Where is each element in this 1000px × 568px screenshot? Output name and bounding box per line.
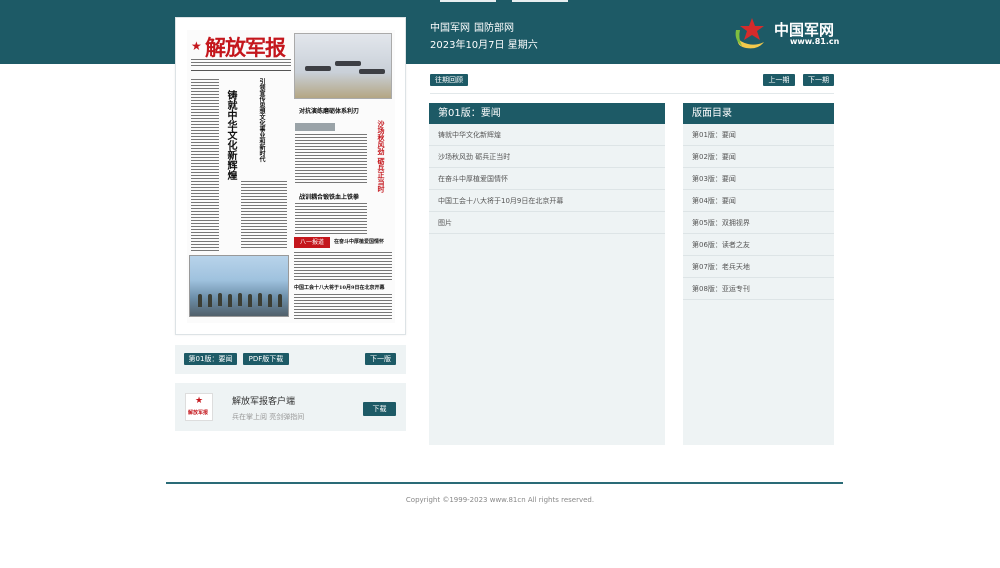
newspaper-masthead: 解放军报 bbox=[205, 35, 286, 60]
header-tab-indicators bbox=[440, 0, 570, 2]
article-item[interactable]: 沙场秋风劲 砺兵正当时 bbox=[429, 146, 665, 168]
client-download-button[interactable]: 下载 bbox=[363, 402, 396, 416]
client-app-subtitle: 兵在掌上阅 亮剑弹指间 bbox=[232, 413, 305, 421]
column-text bbox=[295, 133, 367, 183]
masthead-info-lines bbox=[191, 58, 291, 68]
article-item[interactable]: 在奋斗中厚植爱国情怀 bbox=[429, 168, 665, 190]
logo-url: www.81.cn bbox=[790, 37, 840, 46]
article-list-panel: 第01版：要闻 铸就中华文化新辉煌 沙场秋风劲 砺兵正当时 在奋斗中厚植爱国情怀… bbox=[429, 103, 665, 445]
next-issue-button[interactable]: 下一期 bbox=[803, 74, 834, 86]
client-app-title: 解放军报客户端 bbox=[232, 397, 296, 407]
directory-item[interactable]: 第01版：要闻 bbox=[683, 124, 834, 146]
tab-indicator bbox=[512, 0, 568, 2]
masthead-rule bbox=[191, 70, 291, 71]
issue-date: 2023年10月7日 星期六 bbox=[430, 40, 538, 51]
site-logo[interactable]: 中国军网 www.81.cn bbox=[734, 14, 840, 52]
prev-issue-button[interactable]: 上一期 bbox=[763, 74, 795, 86]
site-link-81cn[interactable]: 中国军网 bbox=[430, 23, 470, 34]
column-text bbox=[294, 293, 392, 319]
headline-mid2: 战训耦合锻铁血上铁拳 bbox=[299, 194, 360, 201]
directory-item[interactable]: 第02版：要闻 bbox=[683, 146, 834, 168]
current-page-button[interactable]: 第01版：要闻 bbox=[184, 353, 237, 365]
red-tag: 八一报道 bbox=[294, 237, 330, 248]
article-item[interactable]: 铸就中华文化新辉煌 bbox=[429, 124, 665, 146]
directory-item[interactable]: 第05版：双拥视界 bbox=[683, 212, 834, 234]
column-text bbox=[294, 251, 392, 281]
headline-mid1: 对抗演练磨砺体系利刃 bbox=[299, 108, 360, 115]
newspaper-preview[interactable]: 解放军报 ★ 铸就中华文化新辉煌 引领宣传思想文化事业和新时代 对抗演练磨砺体系… bbox=[175, 17, 406, 335]
article-item[interactable]: 图片 bbox=[429, 212, 665, 234]
column-text bbox=[191, 78, 219, 253]
newspaper-page-image[interactable]: 解放军报 ★ 铸就中华文化新辉煌 引领宣传思想文化事业和新时代 对抗演练磨砺体系… bbox=[187, 30, 395, 323]
star-icon: ★ bbox=[195, 396, 204, 406]
directory-item[interactable]: 第03版：要闻 bbox=[683, 168, 834, 190]
tab-indicator bbox=[440, 0, 496, 2]
front-photo-soldiers bbox=[189, 255, 289, 317]
client-logo-text: 解放军报 bbox=[188, 410, 209, 416]
page-directory-heading: 版面目录 bbox=[683, 103, 834, 124]
pdf-download-button[interactable]: PDF版下载 bbox=[243, 353, 289, 365]
column-text bbox=[295, 202, 367, 234]
nav-divider bbox=[430, 93, 834, 94]
directory-item[interactable]: 第04版：要闻 bbox=[683, 190, 834, 212]
front-photo-jets bbox=[294, 33, 392, 99]
headline-bottom1: 在奋斗中厚植爱国情怀 bbox=[334, 239, 385, 245]
headline-main: 铸就中华文化新辉煌 bbox=[225, 90, 236, 180]
directory-item[interactable]: 第06版：读者之友 bbox=[683, 234, 834, 256]
client-app-logo: ★ 解放军报 bbox=[185, 393, 213, 421]
army-emblem-icon bbox=[735, 18, 764, 49]
next-page-button[interactable]: 下一版 bbox=[365, 353, 396, 365]
star-icon: ★ bbox=[191, 39, 202, 53]
headline-sub: 引领宣传思想文化事业和新时代 bbox=[258, 78, 265, 162]
headline-bottom2: 中国工会十八大将于10月9日在北京开幕 bbox=[294, 285, 385, 291]
small-photo bbox=[295, 123, 335, 131]
article-item[interactable]: 中国工会十八大将于10月9日在北京开幕 bbox=[429, 190, 665, 212]
article-list-heading: 第01版：要闻 bbox=[429, 103, 665, 124]
directory-item[interactable]: 第07版：老兵天地 bbox=[683, 256, 834, 278]
column-text bbox=[241, 180, 287, 250]
headline-right: 沙场秋风劲 砺兵正当时 bbox=[377, 120, 386, 193]
site-link-mod[interactable]: 国防部网 bbox=[474, 23, 514, 34]
archive-button[interactable]: 往期回顾 bbox=[430, 74, 468, 86]
footer-divider bbox=[166, 482, 843, 484]
copyright-text: Copyright ©1999-2023 www.81cn All rights… bbox=[405, 496, 595, 504]
site-links: 中国军网 国防部网 bbox=[430, 19, 518, 34]
directory-item[interactable]: 第08版：亚运专刊 bbox=[683, 278, 834, 300]
page-directory-panel: 版面目录 第01版：要闻 第02版：要闻 第03版：要闻 第04版：要闻 第05… bbox=[683, 103, 834, 445]
